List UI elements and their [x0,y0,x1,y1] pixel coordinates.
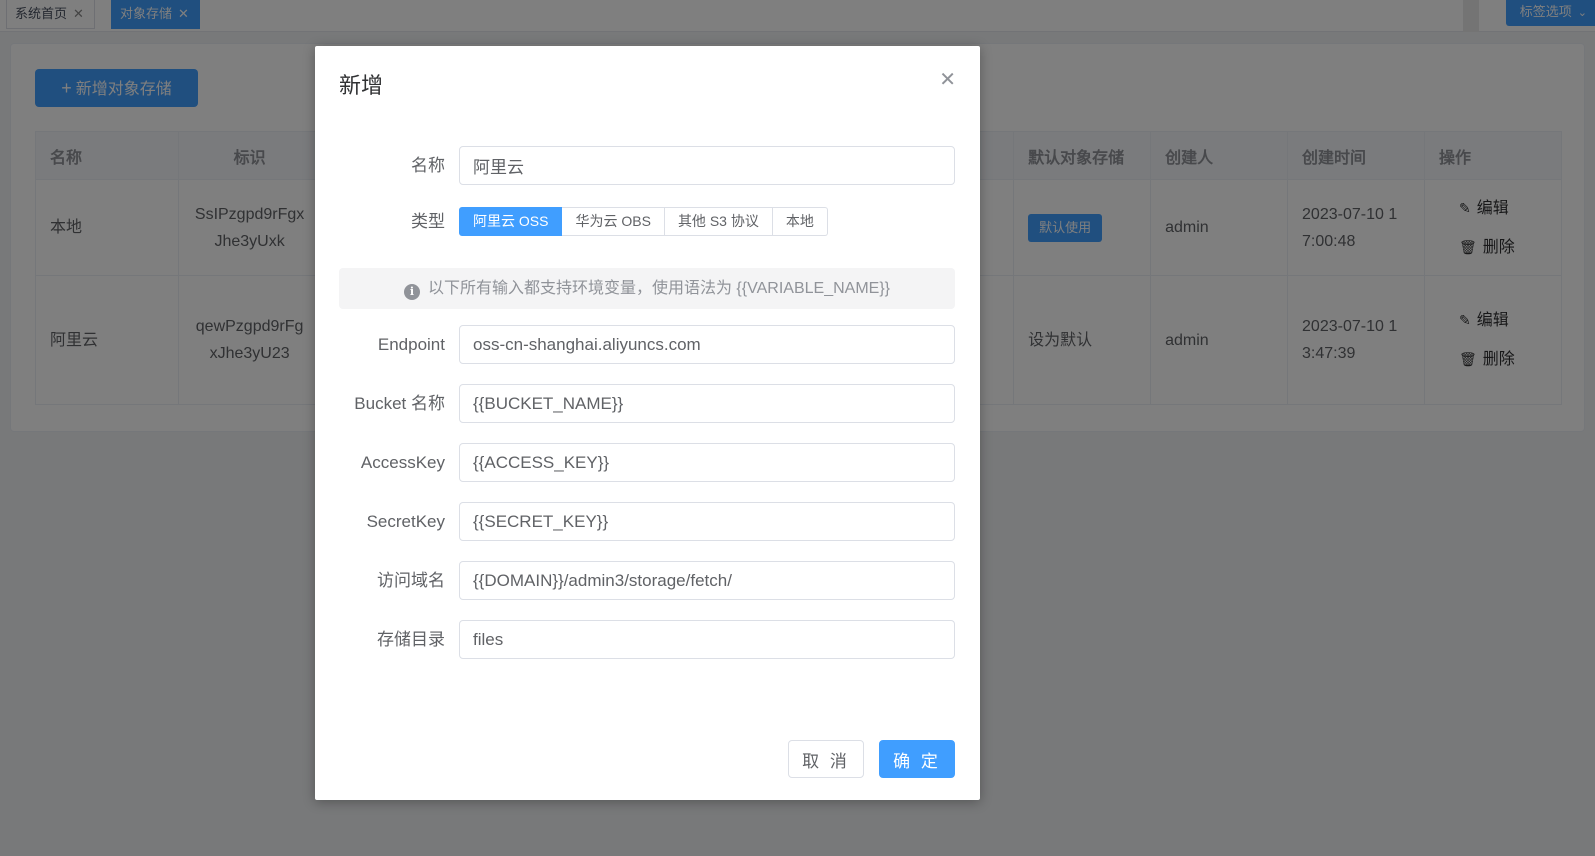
cancel-button[interactable]: 取 消 [788,740,864,778]
close-icon[interactable]: ✕ [939,70,956,90]
domain-input[interactable] [459,561,955,600]
form-row-endpoint: Endpoint [315,325,980,365]
info-icon: i [403,284,420,300]
form-row-secret-key: SecretKey [315,502,980,542]
add-storage-dialog: 新增 ✕ 名称 类型 阿里云 OSS 华为云 OBS 其他 S3 协议 本地 i… [315,46,980,800]
form-row-bucket: Bucket 名称 [315,384,980,424]
form-row-directory: 存储目录 [315,620,980,660]
form-row-type: 类型 阿里云 OSS 华为云 OBS 其他 S3 协议 本地 [315,207,980,236]
access-key-label: AccessKey [360,453,445,472]
domain-label: 访问域名 [377,571,445,590]
bucket-input[interactable] [459,384,955,423]
secret-key-input[interactable] [459,502,955,541]
bucket-label: Bucket 名称 [354,394,445,413]
type-option-s3[interactable]: 其他 S3 协议 [664,207,773,236]
directory-label: 存储目录 [377,630,445,649]
form-row-name: 名称 [315,146,980,186]
type-option-local[interactable]: 本地 [772,207,828,236]
confirm-button[interactable]: 确 定 [879,740,955,778]
access-key-input[interactable] [459,443,955,482]
name-label: 名称 [411,156,445,175]
endpoint-label: Endpoint [377,335,445,354]
dialog-title: 新增 [339,73,384,98]
type-label: 类型 [411,212,445,231]
form-row-access-key: AccessKey [315,443,980,483]
form-row-domain: 访问域名 [315,561,980,601]
type-option-aliyun-oss[interactable]: 阿里云 OSS [459,207,563,236]
tip-text: 以下所有输入都支持环境变量，使用语法为 {{VARIABLE_NAME}} [427,280,891,297]
secret-key-label: SecretKey [366,512,445,531]
type-radio-group: 阿里云 OSS 华为云 OBS 其他 S3 协议 本地 [459,207,828,236]
type-option-huawei-obs[interactable]: 华为云 OBS [562,207,665,236]
name-input[interactable] [459,146,955,185]
endpoint-input[interactable] [459,325,955,364]
directory-input[interactable] [459,620,955,659]
env-variable-tip: i 以下所有输入都支持环境变量，使用语法为 {{VARIABLE_NAME}} [339,268,955,309]
